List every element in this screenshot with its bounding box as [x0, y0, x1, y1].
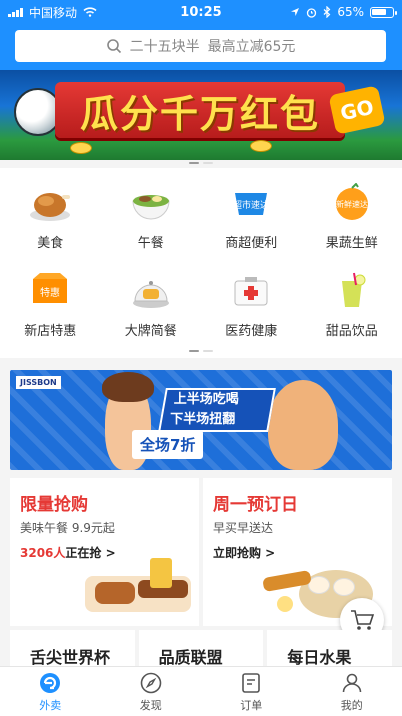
wifi-icon: [83, 7, 97, 17]
card-cta[interactable]: 立即抢购 >: [213, 544, 382, 561]
category-label: 新店特惠: [24, 324, 77, 339]
tab-discover[interactable]: 发现: [101, 667, 202, 716]
alarm-icon: [307, 7, 317, 18]
roast-chicken-icon: [27, 180, 73, 226]
category-guoshu[interactable]: 新鲜速达 果蔬生鲜: [302, 168, 402, 256]
feature-row: 舌尖世界杯 品质联盟 每日水果: [10, 630, 393, 667]
feature-item[interactable]: 每日水果: [267, 630, 393, 667]
status-time: 10:25: [180, 4, 222, 20]
hero-banner[interactable]: 瓜分千万红包 GO: [0, 70, 402, 160]
banner-ribbon: 瓜分千万红包: [55, 82, 345, 138]
battery-icon: [370, 6, 397, 18]
category-label: 甜品饮品: [325, 324, 378, 339]
battery-percent: 65%: [337, 5, 364, 19]
header: 中国移动 10:25 65% 二十五块半 最高立减65元: [0, 0, 402, 70]
promo-banner[interactable]: JISSBON 上半场吃喝 下半场扭翻 全场7折: [10, 370, 392, 470]
promo-discount: 全场7折: [132, 430, 204, 459]
lunch-bowl-icon: [128, 180, 174, 226]
card-subtitle: 美味午餐 9.9元起: [20, 521, 115, 535]
category-wucan[interactable]: 午餐: [101, 168, 202, 256]
food-image: [308, 576, 330, 594]
search-icon: [106, 39, 121, 54]
banner-go-badge: GO: [328, 85, 386, 135]
tab-bar: 外卖 发现 订单 我的: [0, 666, 402, 716]
tab-label: 订单: [240, 698, 263, 712]
location-icon: [291, 8, 300, 16]
hair-illustration: [102, 372, 154, 402]
profile-icon: [342, 673, 362, 692]
card-flash-sale[interactable]: 限量抢购 美味午餐 9.9元起 3206人正在抢 >: [10, 478, 199, 626]
feature-item[interactable]: 品质联盟: [138, 630, 264, 667]
new-store-icon: 特惠: [27, 268, 73, 314]
supermarket-icon: 超市速达: [228, 180, 274, 226]
card-title: 周一预订日: [213, 495, 298, 515]
brand-logo: JISSBON: [16, 376, 61, 389]
promo-line-1: 上半场吃喝: [173, 392, 239, 407]
category-label: 果蔬生鲜: [325, 236, 378, 251]
drink-image: [150, 558, 172, 588]
feature-item[interactable]: 舌尖世界杯: [10, 630, 135, 667]
food-image: [333, 578, 355, 596]
tab-takeout[interactable]: 外卖: [0, 667, 101, 716]
card-subtitle: 早买早送达: [213, 521, 274, 535]
category-label: 美食: [37, 236, 64, 251]
category-yiyao[interactable]: 医药健康: [201, 256, 302, 344]
signal-icon: [8, 7, 23, 17]
category-label: 大牌简餐: [124, 324, 177, 339]
tab-label: 我的: [340, 698, 363, 712]
cta-count: 3206人: [20, 546, 66, 560]
dessert-drink-icon: [329, 268, 375, 314]
category-badge: 新鲜速达: [336, 199, 368, 209]
search-placeholder-keyword: 二十五块半: [129, 39, 200, 55]
banner-pager: [0, 162, 402, 164]
status-bar: 中国移动 10:25 65%: [0, 0, 402, 24]
category-tianpin[interactable]: 甜品饮品: [302, 256, 402, 344]
banner-title: 瓜分千万红包: [79, 90, 320, 136]
category-badge: 超市速达: [233, 199, 269, 211]
food-image: [95, 582, 135, 604]
tab-orders[interactable]: 订单: [201, 667, 302, 716]
bluetooth-icon: [323, 6, 331, 18]
card-title: 限量抢购: [20, 495, 88, 515]
cart-icon: [351, 610, 374, 630]
search-placeholder-promo: 最高立减65元: [207, 39, 296, 55]
category-label: 午餐: [137, 236, 164, 251]
brand-meal-icon: [128, 268, 174, 314]
category-pager: [0, 350, 402, 352]
coin-icon: [250, 140, 272, 152]
category-shangchao[interactable]: 超市速达 商超便利: [201, 168, 302, 256]
tab-label: 发现: [139, 698, 162, 712]
coin-icon: [70, 142, 92, 154]
tab-profile[interactable]: 我的: [302, 667, 402, 716]
medicine-kit-icon: [228, 268, 274, 314]
tab-label: 外卖: [39, 698, 62, 712]
category-dapai[interactable]: 大牌简餐: [101, 256, 202, 344]
takeout-icon: [40, 672, 61, 693]
category-label: 医药健康: [225, 324, 278, 339]
category-label: 商超便利: [225, 236, 278, 251]
person-illustration: [268, 380, 338, 470]
deal-cards: 限量抢购 美味午餐 9.9元起 3206人正在抢 > 周一预订日 早买早送达 立…: [10, 478, 392, 626]
food-image: [277, 596, 293, 612]
promo-line-2: 下半场扭翻: [170, 412, 236, 427]
order-icon: [242, 672, 261, 693]
carrier-label: 中国移动: [29, 5, 78, 20]
category-xindian[interactable]: 特惠 新店特惠: [0, 256, 101, 344]
category-badge: 特惠: [40, 286, 60, 299]
category-meishi[interactable]: 美食: [0, 168, 101, 256]
search-bar[interactable]: 二十五块半 最高立减65元: [15, 30, 386, 62]
compass-icon: [140, 672, 162, 693]
category-grid: 美食 午餐 超市速达 商超便利 新鲜速达 果蔬生鲜 特惠 新店特惠 大牌简餐 医…: [0, 168, 402, 358]
fresh-produce-icon: 新鲜速达: [329, 180, 375, 226]
promo-slogan: 上半场吃喝 下半场扭翻: [158, 388, 276, 432]
